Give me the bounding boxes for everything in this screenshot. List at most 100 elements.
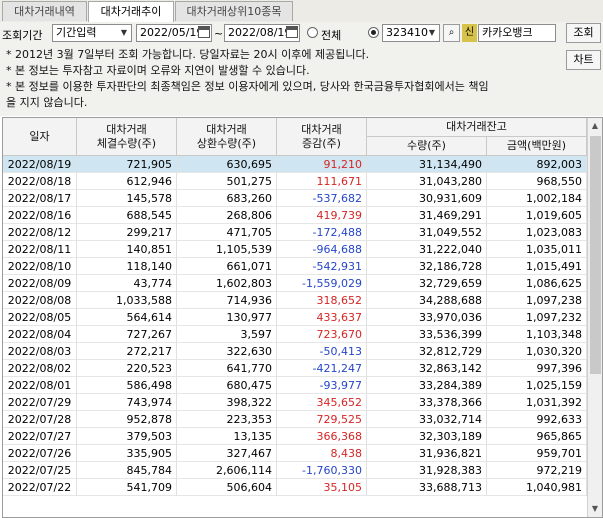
cell-exec-qty: 43,774 — [77, 275, 177, 292]
cell-repay-qty: 501,275 — [177, 173, 277, 190]
cell-change: -93,977 — [277, 377, 367, 394]
calendar-icon[interactable] — [286, 26, 298, 38]
cell-exec-qty: 220,523 — [77, 360, 177, 377]
cell-balance-amount: 1,002,184 — [487, 190, 587, 207]
period-type-select[interactable]: 기간입력 ▼ — [52, 24, 132, 42]
table-row[interactable]: 2022/08/04 727,267 3,597 723,670 33,536,399 1… — [3, 326, 587, 343]
cell-exec-qty: 118,140 — [77, 258, 177, 275]
header-balance: 대차거래잔고 — [367, 118, 587, 137]
loan-trend-table: 일자 대차거래 체결수량(주) 대차거래 상환수량(주) 대차거래 증감(주) … — [2, 117, 603, 518]
table-row[interactable]: 2022/07/29 743,974 398,322 345,652 33,378,36… — [3, 394, 587, 411]
cell-balance-amount: 1,035,011 — [487, 241, 587, 258]
cell-date: 2022/07/29 — [3, 394, 77, 411]
cell-balance-amount: 1,019,605 — [487, 207, 587, 224]
table-row[interactable]: 2022/08/19 721,905 630,695 91,210 31,134,490… — [3, 156, 587, 173]
cell-balance-amount: 1,097,238 — [487, 292, 587, 309]
table-row[interactable]: 2022/08/18 612,946 501,275 111,671 31,043,28… — [3, 173, 587, 190]
calendar-icon[interactable] — [198, 26, 210, 38]
cell-change: 35,105 — [277, 479, 367, 496]
cell-date: 2022/08/04 — [3, 326, 77, 343]
cell-balance-qty: 32,186,728 — [367, 258, 487, 275]
radio-all[interactable] — [307, 27, 318, 38]
cell-date: 2022/08/02 — [3, 360, 77, 377]
table-row[interactable]: 2022/08/16 688,545 268,806 419,739 31,469,29… — [3, 207, 587, 224]
cell-balance-amount: 992,633 — [487, 411, 587, 428]
table-row[interactable]: 2022/07/26 335,905 327,467 8,438 31,936,821 9… — [3, 445, 587, 462]
cell-balance-amount: 892,003 — [487, 156, 587, 173]
cell-balance-amount: 997,396 — [487, 360, 587, 377]
cell-repay-qty: 714,936 — [177, 292, 277, 309]
scroll-down-icon[interactable]: ▼ — [590, 504, 600, 514]
table-row[interactable]: 2022/08/05 564,614 130,977 433,637 33,970,03… — [3, 309, 587, 326]
cell-change: 111,671 — [277, 173, 367, 190]
cell-balance-qty: 33,378,366 — [367, 394, 487, 411]
cell-repay-qty: 2,606,114 — [177, 462, 277, 479]
cell-balance-qty: 31,928,383 — [367, 462, 487, 479]
cell-balance-amount: 1,023,083 — [487, 224, 587, 241]
cell-change: -542,931 — [277, 258, 367, 275]
cell-exec-qty: 272,217 — [77, 343, 177, 360]
cell-exec-qty: 952,878 — [77, 411, 177, 428]
stock-name-value: 카카오뱅크 — [482, 26, 533, 39]
table-row[interactable]: 2022/08/08 1,033,588 714,936 318,652 34,288,… — [3, 292, 587, 309]
table-row[interactable]: 2022/07/22 541,709 506,604 35,105 33,688,713… — [3, 479, 587, 496]
cell-exec-qty: 1,033,588 — [77, 292, 177, 309]
tab-top10-stocks[interactable]: 대차거래상위10종목 — [175, 1, 293, 21]
cell-date: 2022/08/19 — [3, 156, 77, 173]
cell-change: -1,760,330 — [277, 462, 367, 479]
cell-date: 2022/08/09 — [3, 275, 77, 292]
stock-code-input[interactable]: 323410 ▼ — [382, 24, 440, 42]
cell-repay-qty: 268,806 — [177, 207, 277, 224]
cell-change: -50,413 — [277, 343, 367, 360]
table-row[interactable]: 2022/08/11 140,851 1,105,539 -964,688 31,222… — [3, 241, 587, 258]
cell-balance-qty: 30,931,609 — [367, 190, 487, 207]
vertical-scrollbar[interactable]: ▲ ▼ — [587, 118, 602, 517]
cell-exec-qty: 721,905 — [77, 156, 177, 173]
cell-change: -1,559,029 — [277, 275, 367, 292]
chevron-down-icon[interactable]: ▼ — [117, 25, 131, 41]
date-to-value: 2022/08/19 — [228, 26, 292, 39]
header-balance-qty: 수량(주) — [367, 137, 487, 156]
cell-repay-qty: 683,260 — [177, 190, 277, 207]
table-row[interactable]: 2022/08/17 145,578 683,260 -537,682 30,931,6… — [3, 190, 587, 207]
tab-loan-trend[interactable]: 대차거래추이 — [88, 1, 174, 23]
table-row[interactable]: 2022/08/03 272,217 322,630 -50,413 32,812,72… — [3, 343, 587, 360]
table-row[interactable]: 2022/07/27 379,503 13,135 366,368 32,303,189… — [3, 428, 587, 445]
cell-balance-qty: 32,863,142 — [367, 360, 487, 377]
scroll-up-icon[interactable]: ▲ — [590, 121, 600, 131]
cell-repay-qty: 630,695 — [177, 156, 277, 173]
cell-date: 2022/08/12 — [3, 224, 77, 241]
chevron-down-icon[interactable]: ▼ — [425, 25, 439, 41]
table-row[interactable]: 2022/07/28 952,878 223,353 729,525 33,032,71… — [3, 411, 587, 428]
search-icon[interactable]: ⌕ — [443, 24, 460, 42]
tab-loan-history[interactable]: 대차거래내역 — [2, 1, 87, 21]
credit-badge: 신 — [462, 24, 477, 42]
query-button[interactable]: 조회 — [566, 23, 601, 43]
cell-exec-qty: 743,974 — [77, 394, 177, 411]
cell-exec-qty: 564,614 — [77, 309, 177, 326]
table-row[interactable]: 2022/07/25 845,784 2,606,114 -1,760,330 31,9… — [3, 462, 587, 479]
cell-date: 2022/07/28 — [3, 411, 77, 428]
cell-exec-qty: 727,267 — [77, 326, 177, 343]
scrollbar-thumb[interactable] — [590, 136, 601, 374]
date-from-input[interactable]: 2022/05/19 — [136, 24, 212, 42]
cell-date: 2022/08/11 — [3, 241, 77, 258]
chart-button[interactable]: 차트 — [566, 50, 601, 70]
table-row[interactable]: 2022/08/10 118,140 661,071 -542,931 32,186,7… — [3, 258, 587, 275]
cell-date: 2022/08/05 — [3, 309, 77, 326]
date-to-input[interactable]: 2022/08/19 — [224, 24, 300, 42]
cell-exec-qty: 586,498 — [77, 377, 177, 394]
cell-balance-qty: 31,043,280 — [367, 173, 487, 190]
cell-repay-qty: 3,597 — [177, 326, 277, 343]
cell-date: 2022/08/16 — [3, 207, 77, 224]
header-repay: 대차거래 상환수량(주) — [177, 118, 277, 156]
cell-repay-qty: 506,604 — [177, 479, 277, 496]
table-row[interactable]: 2022/08/02 220,523 641,770 -421,247 32,863,1… — [3, 360, 587, 377]
radio-stock[interactable] — [368, 27, 379, 38]
table-row[interactable]: 2022/08/01 586,498 680,475 -93,977 33,284,38… — [3, 377, 587, 394]
table-row[interactable]: 2022/08/12 299,217 471,705 -172,488 31,049,5… — [3, 224, 587, 241]
table-row[interactable]: 2022/08/09 43,774 1,602,803 -1,559,029 32,72… — [3, 275, 587, 292]
cell-balance-qty: 31,936,821 — [367, 445, 487, 462]
cell-date: 2022/08/08 — [3, 292, 77, 309]
cell-exec-qty: 541,709 — [77, 479, 177, 496]
